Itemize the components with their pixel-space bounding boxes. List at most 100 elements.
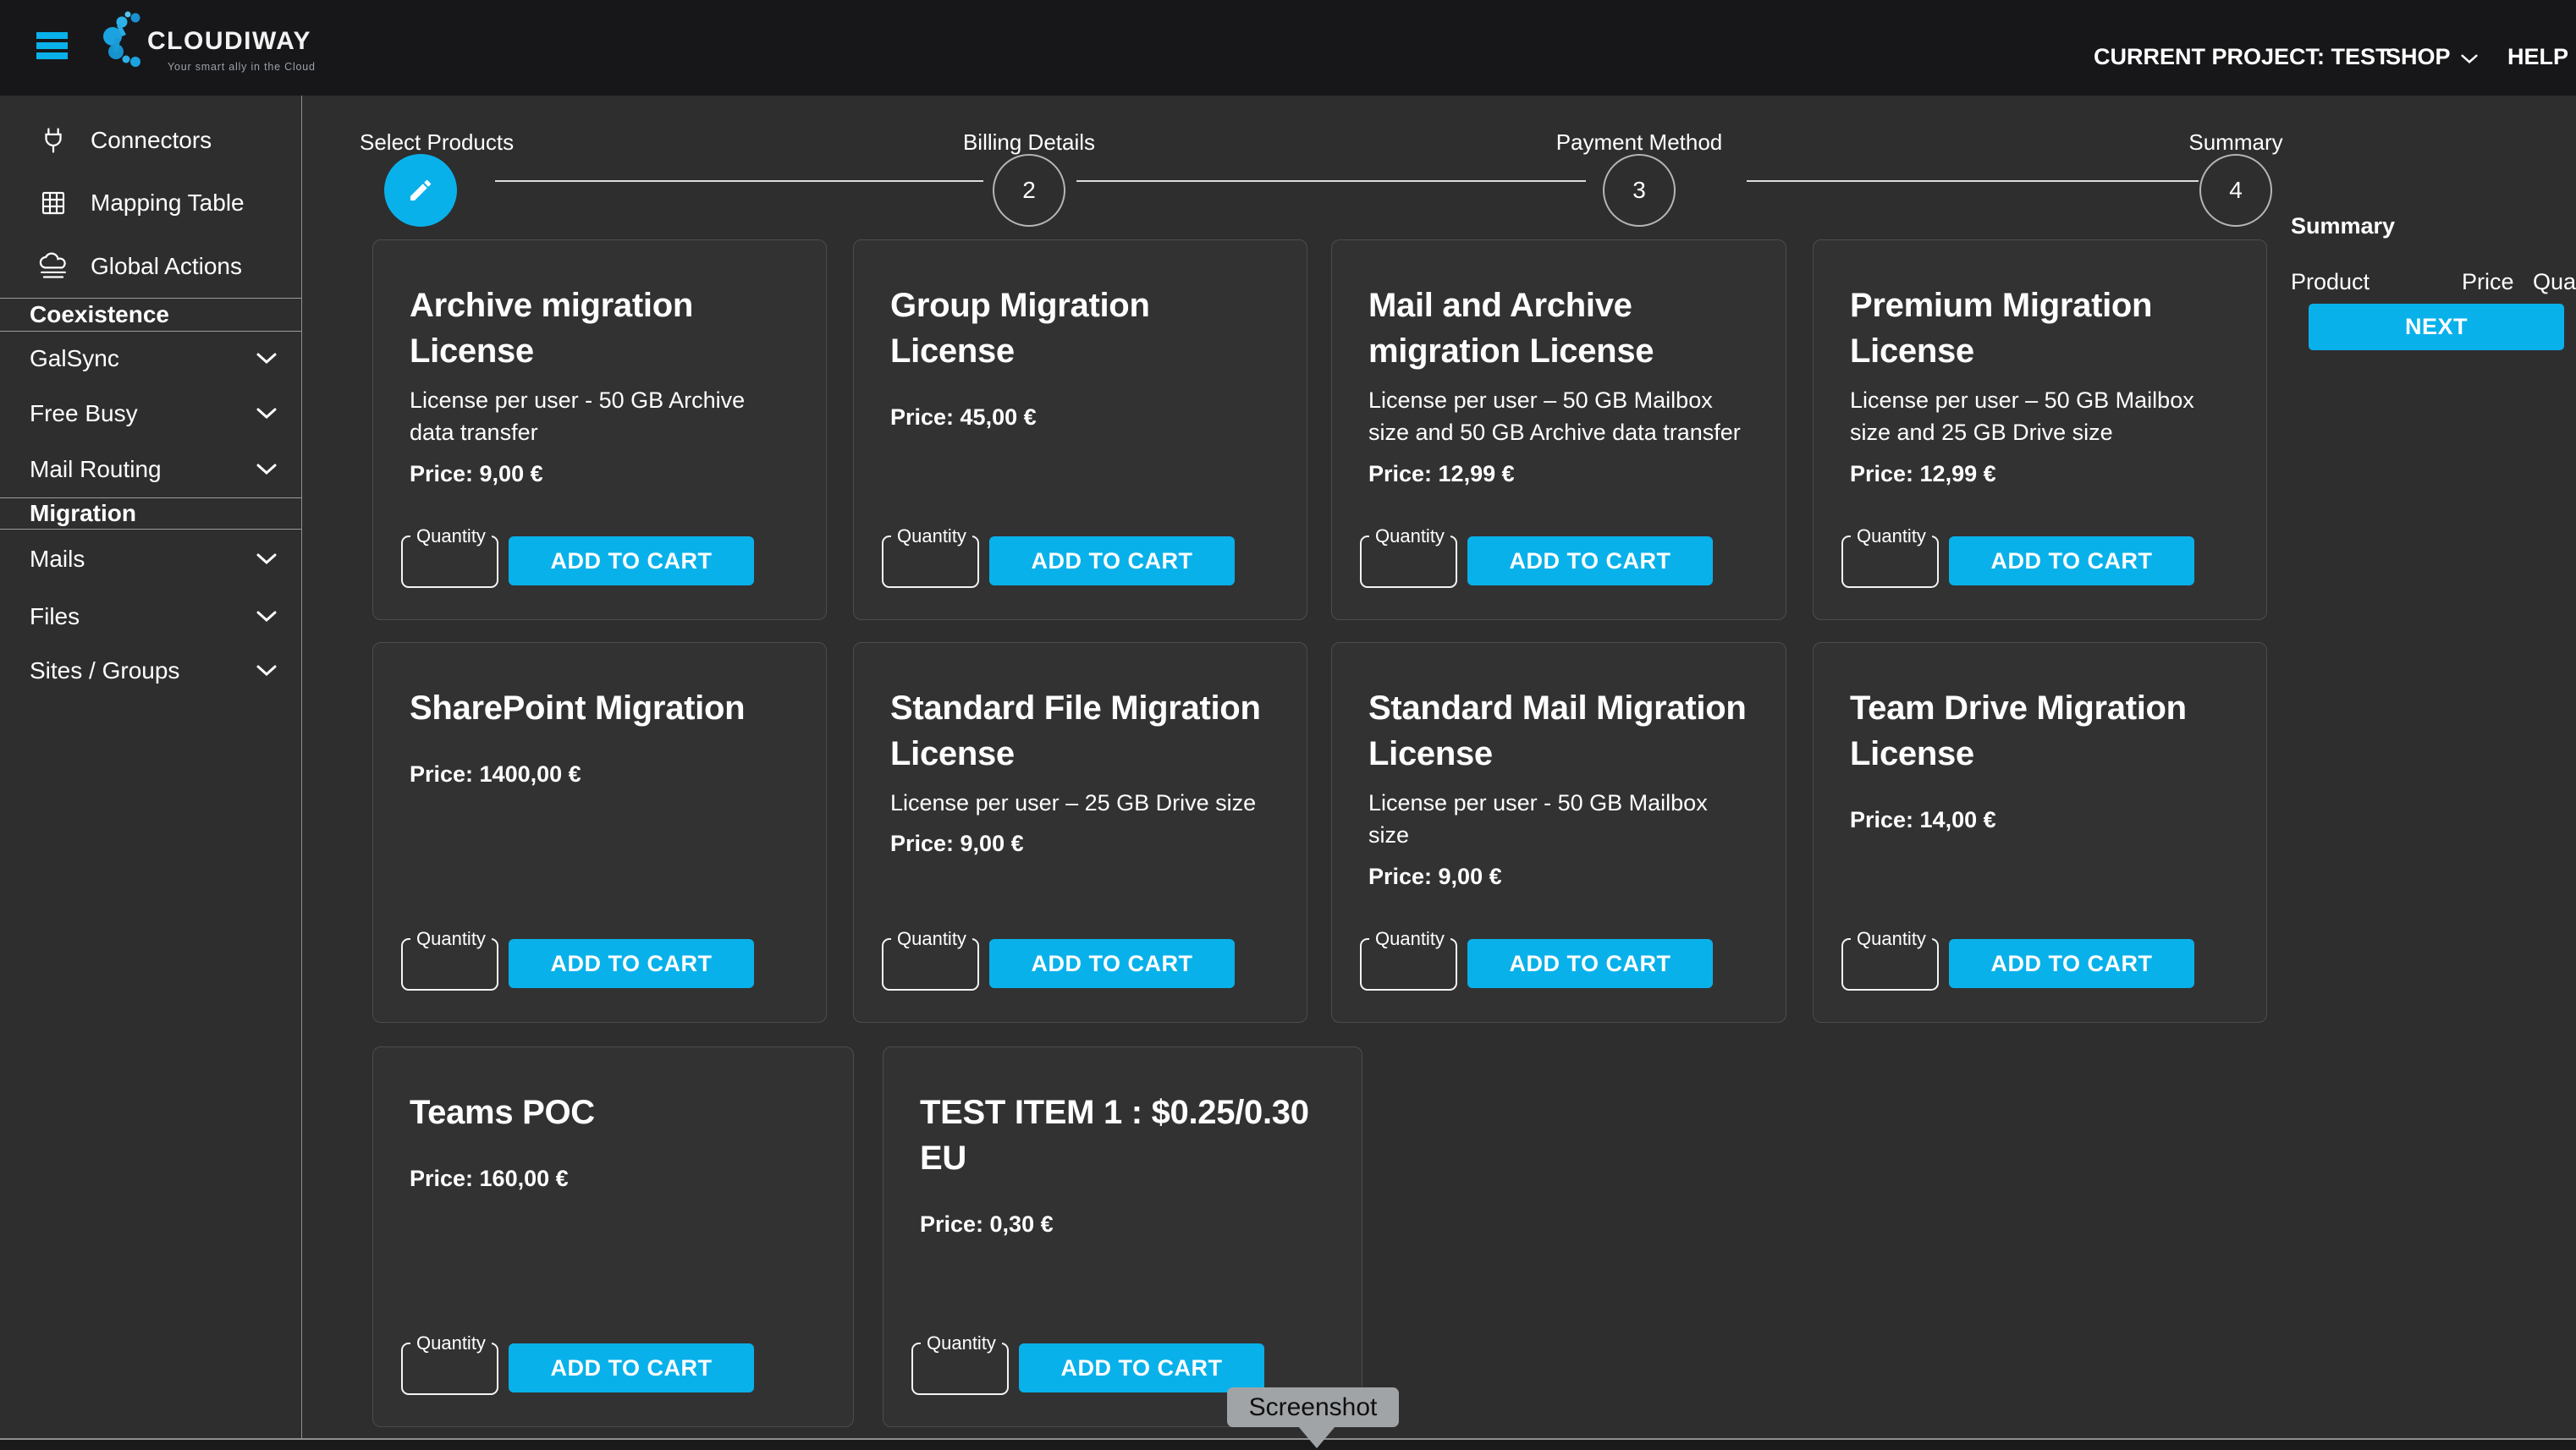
sidebar-item-files[interactable]: Files <box>0 590 301 644</box>
product-name: Premium Migration License <box>1850 283 2232 374</box>
sidebar-item-galsync[interactable]: GalSync <box>0 332 301 386</box>
card-actions: Quantity ADD TO CART <box>373 929 826 1022</box>
add-to-cart-button[interactable]: ADD TO CART <box>1467 536 1713 585</box>
quantity-input[interactable] <box>887 943 974 986</box>
chevron-down-icon <box>256 611 277 623</box>
step-circle-payment-method[interactable]: 3 <box>1603 154 1676 227</box>
add-to-cart-button[interactable]: ADD TO CART <box>509 939 754 988</box>
card-actions: Quantity ADD TO CART <box>373 526 826 619</box>
sidebar-item-mapping-table[interactable]: Mapping Table <box>0 176 301 230</box>
sidebar-item-mail-routing[interactable]: Mail Routing <box>0 442 301 497</box>
card-actions: Quantity ADD TO CART <box>854 929 1307 1022</box>
quantity-input[interactable] <box>916 1348 1004 1390</box>
add-to-cart-button[interactable]: ADD TO CART <box>509 1343 754 1392</box>
sidebar-section-migration: Migration <box>0 497 301 530</box>
quantity-input[interactable] <box>1847 943 1934 986</box>
help-menu[interactable]: HELP <box>2507 44 2576 70</box>
quantity-input[interactable] <box>406 1348 493 1390</box>
product-name: Group Migration License <box>890 283 1273 374</box>
sidebar-item-label: Files <box>30 603 80 630</box>
product-name: Teams POC <box>410 1090 819 1135</box>
quantity-field[interactable]: Quantity <box>1841 536 1939 588</box>
step-number: 3 <box>1632 177 1646 204</box>
step-circle-billing-details[interactable]: 2 <box>993 154 1065 227</box>
step-label-billing-details: Billing Details <box>963 129 1095 156</box>
product-description: License per user - 50 GB Mailbox size <box>1368 787 1752 852</box>
brand-tagline: Your smart ally in the Cloud <box>168 61 316 73</box>
logo-text: CLOUDIWAY Your smart ally in the Cloud <box>147 29 316 73</box>
quantity-field[interactable]: Quantity <box>882 938 979 991</box>
product-card: Premium Migration License License per us… <box>1813 239 2267 620</box>
next-button[interactable]: NEXT <box>2309 304 2564 350</box>
top-bar: CLOUDIWAY Your smart ally in the Cloud C… <box>0 0 2576 96</box>
card-actions: Quantity ADD TO CART <box>1814 526 2266 619</box>
add-to-cart-button[interactable]: ADD TO CART <box>1949 536 2194 585</box>
product-name: Mail and Archive migration License <box>1368 283 1752 374</box>
quantity-field[interactable]: Quantity <box>401 536 498 588</box>
add-to-cart-button[interactable]: ADD TO CART <box>989 536 1235 585</box>
sidebar-item-global-actions[interactable]: Global Actions <box>0 239 301 294</box>
quantity-input[interactable] <box>406 943 493 986</box>
sidebar-item-label: Mapping Table <box>91 189 245 217</box>
product-card: SharePoint Migration Price: 1400,00 € Qu… <box>372 642 827 1023</box>
sidebar-section-label: Migration <box>30 500 136 527</box>
sidebar: Connectors Mapping Table Global Actions … <box>0 96 302 1440</box>
quantity-input[interactable] <box>887 541 974 583</box>
sidebar-item-connectors[interactable]: Connectors <box>0 113 301 168</box>
quantity-field[interactable]: Quantity <box>1841 938 1939 991</box>
quantity-input[interactable] <box>1847 541 1934 583</box>
step-connector <box>1076 180 1586 182</box>
sidebar-item-sites-groups[interactable]: Sites / Groups <box>0 644 301 698</box>
horizontal-scrollbar[interactable] <box>0 1438 2576 1450</box>
product-card: Standard Mail Migration License License … <box>1331 642 1786 1023</box>
add-to-cart-button[interactable]: ADD TO CART <box>509 536 754 585</box>
add-to-cart-button[interactable]: ADD TO CART <box>1949 939 2194 988</box>
product-card: TEST ITEM 1 : $0.25/0.30 EU Price: 0,30 … <box>883 1046 1362 1427</box>
shop-menu[interactable]: SHOP <box>2386 44 2478 70</box>
product-name: Team Drive Migration License <box>1850 685 2232 777</box>
add-to-cart-button[interactable]: ADD TO CART <box>1019 1343 1264 1392</box>
quantity-field[interactable]: Quantity <box>401 938 498 991</box>
add-to-cart-button[interactable]: ADD TO CART <box>989 939 1235 988</box>
product-card: Mail and Archive migration License Licen… <box>1331 239 1786 620</box>
sidebar-item-free-busy[interactable]: Free Busy <box>0 387 301 441</box>
quantity-field[interactable]: Quantity <box>1360 536 1457 588</box>
quantity-input[interactable] <box>1365 541 1452 583</box>
quantity-field[interactable]: Quantity <box>401 1343 498 1395</box>
quantity-field[interactable]: Quantity <box>911 1343 1009 1395</box>
plug-icon <box>38 125 69 156</box>
product-card: Standard File Migration License License … <box>853 642 1307 1023</box>
product-description: License per user – 50 GB Mailbox size an… <box>1850 384 2232 449</box>
step-label-summary: Summary <box>2188 129 2282 156</box>
product-name: TEST ITEM 1 : $0.25/0.30 EU <box>920 1090 1328 1181</box>
product-price: Price: 14,00 € <box>1850 807 2232 833</box>
step-circle-summary[interactable]: 4 <box>2199 154 2272 227</box>
quantity-input[interactable] <box>406 541 493 583</box>
shop-menu-label: SHOP <box>2386 44 2451 70</box>
sidebar-item-label: Mail Routing <box>30 456 162 483</box>
step-circle-select-products[interactable] <box>384 154 457 227</box>
help-menu-label: HELP <box>2507 44 2568 70</box>
product-name: Archive migration License <box>410 283 792 374</box>
sidebar-item-label: Global Actions <box>91 253 242 280</box>
sidebar-item-label: Mails <box>30 546 85 573</box>
quantity-field[interactable]: Quantity <box>882 536 979 588</box>
screenshot-tooltip: Screenshot <box>1227 1387 1399 1427</box>
sidebar-item-mails[interactable]: Mails <box>0 532 301 586</box>
chevron-down-icon <box>256 665 277 677</box>
add-to-cart-button[interactable]: ADD TO CART <box>1467 939 1713 988</box>
card-actions: Quantity ADD TO CART <box>1814 929 2266 1022</box>
sidebar-section-label: Coexistence <box>30 301 169 328</box>
summary-title: Summary <box>2291 213 2395 239</box>
chevron-down-icon <box>256 353 277 365</box>
quantity-field[interactable]: Quantity <box>1360 938 1457 991</box>
product-card: Teams POC Price: 160,00 € Quantity ADD T… <box>372 1046 854 1427</box>
menu-icon[interactable] <box>36 32 68 59</box>
product-price: Price: 45,00 € <box>890 404 1273 431</box>
cloudiway-shop-page: CLOUDIWAY Your smart ally in the Cloud C… <box>0 0 2576 1450</box>
sidebar-section-coexistence: Coexistence <box>0 298 301 332</box>
tooltip-text: Screenshot <box>1249 1393 1378 1422</box>
product-price: Price: 1400,00 € <box>410 761 792 788</box>
quantity-input[interactable] <box>1365 943 1452 986</box>
card-actions: Quantity ADD TO CART <box>1332 929 1786 1022</box>
